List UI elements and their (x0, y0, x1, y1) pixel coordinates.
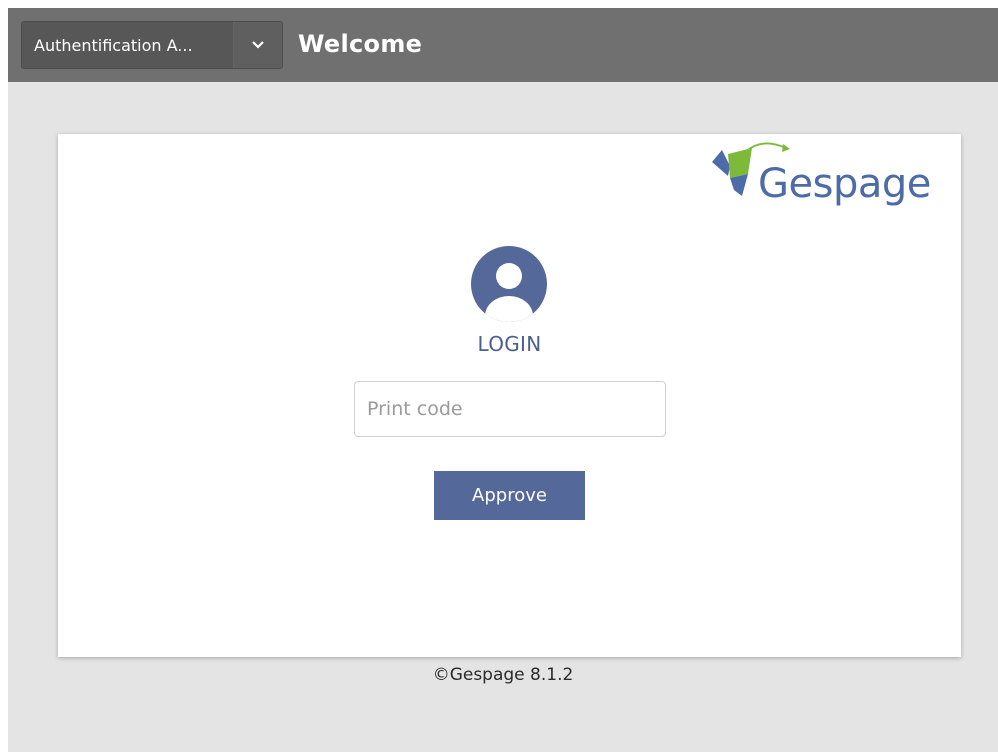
approve-button[interactable]: Approve (434, 471, 585, 520)
gespage-logo: Gespage (708, 134, 953, 224)
logo-text: Gespage (758, 161, 931, 207)
login-card: Gespage LOGIN Approve (58, 134, 961, 657)
auth-method-selector[interactable]: Authentification A... (21, 21, 283, 69)
copyright-text: ©Gespage 8.1.2 (432, 665, 574, 685)
user-avatar-icon (471, 246, 547, 322)
app-frame: Authentification A... Welcome Gespage LO… (8, 8, 998, 752)
auth-method-label: Authentification A... (34, 35, 193, 55)
login-title: LOGIN (477, 332, 542, 356)
page-title: Welcome (298, 30, 423, 58)
print-code-input[interactable] (354, 381, 666, 437)
top-bar: Authentification A... Welcome (8, 8, 998, 82)
chevron-down-icon[interactable] (233, 22, 282, 68)
